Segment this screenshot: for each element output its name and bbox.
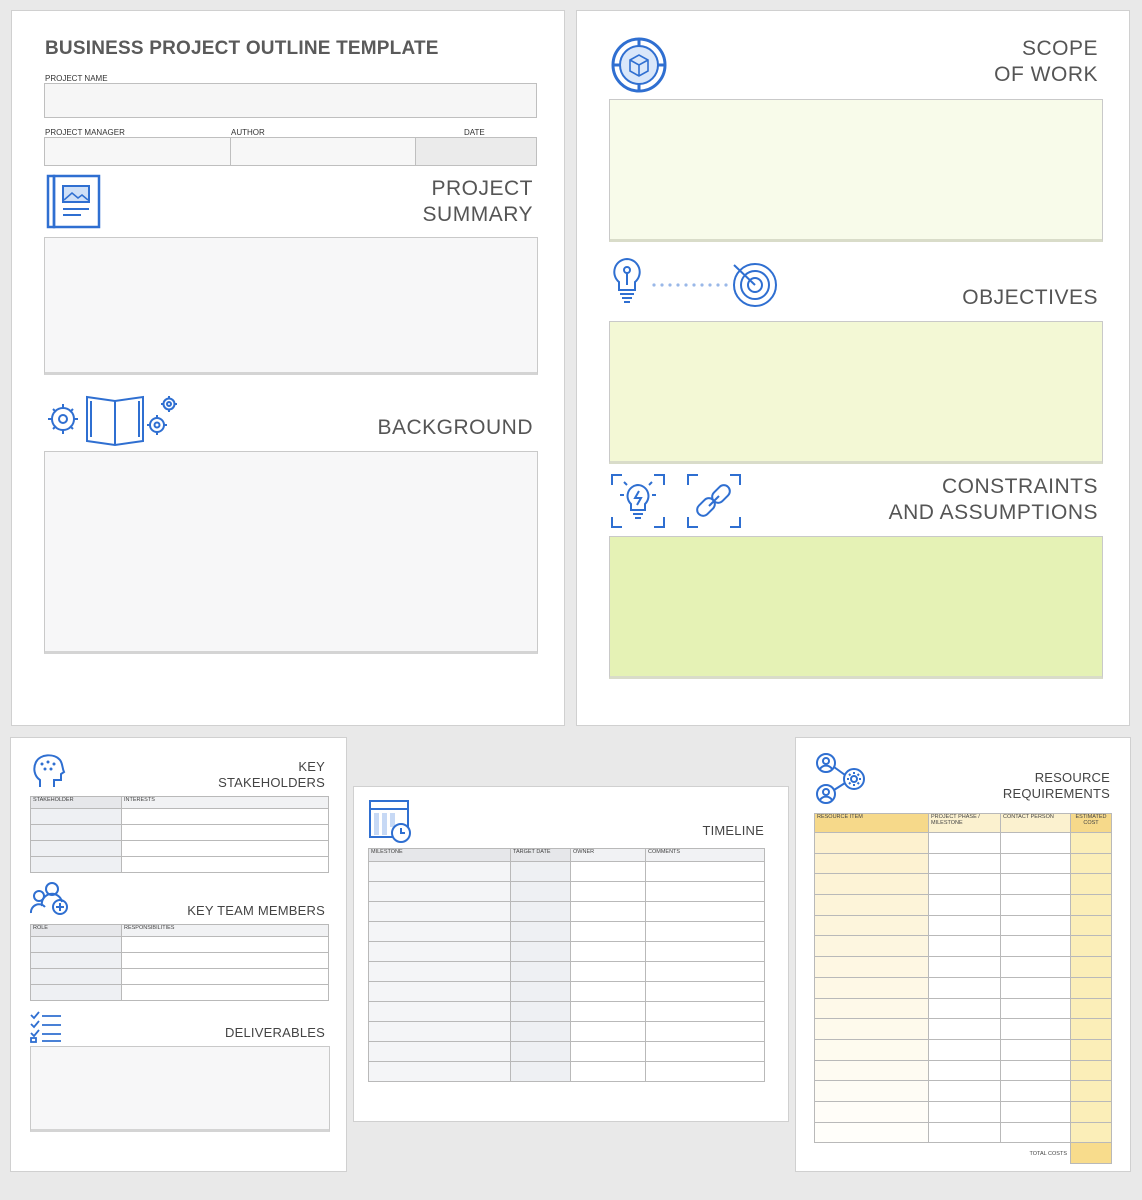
page-timeline: TIMELINE MILESTONE TARGET DATE OWNER COM…: [353, 786, 789, 1122]
table-row[interactable]: [368, 921, 765, 942]
table-row[interactable]: [814, 832, 1112, 854]
table-row[interactable]: [368, 1041, 765, 1062]
table-row[interactable]: [814, 914, 1112, 937]
table-row[interactable]: [30, 984, 329, 1001]
table-row[interactable]: [368, 881, 765, 902]
team-add-icon: [30, 882, 68, 915]
column-header: TARGET DATE: [510, 848, 571, 862]
page-scope: SCOPE OF WORK OBJECTIVES CONSTRAINTS AND…: [576, 10, 1130, 726]
timeline-table: MILESTONE TARGET DATE OWNER COMMENTS: [368, 848, 765, 1082]
table-row[interactable]: [30, 840, 329, 857]
constraints-title: CONSTRAINTS AND ASSUMPTIONS: [888, 475, 1098, 524]
lightbulb-target-icon: [613, 257, 777, 307]
date-field[interactable]: [415, 137, 537, 166]
total-costs-label: TOTAL COSTS: [1029, 1150, 1068, 1157]
table-row[interactable]: [368, 1021, 765, 1042]
stakeholders-table: STAKEHOLDER INTERESTS: [30, 796, 329, 873]
column-header: RESPONSIBILITIES: [121, 924, 329, 937]
table-row[interactable]: [814, 1059, 1112, 1082]
table-row[interactable]: [368, 941, 765, 962]
author-field[interactable]: [230, 137, 416, 166]
deliverables-title: DELIVERABLES: [225, 1025, 325, 1040]
table-row[interactable]: [30, 936, 329, 953]
project-summary-box[interactable]: [44, 237, 538, 375]
calendar-clock-icon: [369, 800, 411, 843]
team-members-table: ROLE RESPONSIBILITIES: [30, 924, 329, 1001]
table-row[interactable]: [30, 824, 329, 841]
project-summary-title: PROJECT SUMMARY: [422, 177, 533, 226]
background-box[interactable]: [44, 451, 538, 654]
gears-book-icon: [48, 395, 177, 447]
head-icon: [33, 754, 66, 787]
scope-of-work-box[interactable]: [609, 99, 1103, 242]
table-row[interactable]: [368, 1061, 765, 1082]
column-header: RESOURCE ITEM: [814, 813, 929, 833]
key-stakeholders-title: KEY STAKEHOLDERS: [218, 759, 325, 790]
project-manager-field[interactable]: [44, 137, 231, 166]
table-row[interactable]: [814, 956, 1112, 978]
cube-icon: [611, 37, 667, 93]
table-row[interactable]: [368, 961, 765, 982]
document-title: BUSINESS PROJECT OUTLINE TEMPLATE: [45, 38, 439, 59]
page-stakeholders: KEY STAKEHOLDERS STAKEHOLDER INTERESTS KE…: [10, 737, 347, 1172]
resource-table: RESOURCE ITEM PROJECT PHASE / MILESTONE …: [814, 813, 1112, 1165]
table-row[interactable]: [814, 1080, 1112, 1102]
table-row[interactable]: [30, 968, 329, 985]
table-row[interactable]: [368, 1001, 765, 1022]
column-header: MILESTONE: [368, 848, 511, 862]
table-row[interactable]: [814, 894, 1112, 916]
objectives-title: OBJECTIVES: [962, 286, 1098, 309]
project-name-field[interactable]: [44, 83, 537, 118]
lightbulb-frame-icon: [611, 474, 665, 528]
total-costs-cell[interactable]: [1070, 1142, 1112, 1165]
resource-requirements-title: RESOURCE REQUIREMENTS: [1002, 770, 1110, 801]
book-icon: [46, 174, 101, 229]
background-title: BACKGROUND: [377, 416, 533, 439]
table-row[interactable]: [368, 981, 765, 1002]
column-header: ROLE: [30, 924, 122, 937]
column-header: OWNER: [570, 848, 646, 862]
table-row[interactable]: [30, 952, 329, 969]
table-row[interactable]: [814, 873, 1112, 896]
table-row[interactable]: [814, 1100, 1112, 1123]
key-team-members-title: KEY TEAM MEMBERS: [187, 903, 325, 918]
column-header: COMMENTS: [645, 848, 765, 862]
table-row[interactable]: [368, 861, 765, 882]
table-row[interactable]: [814, 976, 1112, 999]
table-row[interactable]: [368, 901, 765, 922]
table-row[interactable]: [814, 852, 1112, 875]
column-header: STAKEHOLDER: [30, 796, 122, 809]
table-row[interactable]: [814, 1038, 1112, 1061]
column-header: INTERESTS: [121, 796, 329, 809]
table-row[interactable]: [30, 808, 329, 825]
objectives-box[interactable]: [609, 321, 1103, 464]
project-name-label: PROJECT NAME: [45, 74, 108, 83]
total-row: TOTAL COSTS: [815, 1142, 1112, 1165]
link-frame-icon: [687, 474, 741, 528]
timeline-title: TIMELINE: [702, 823, 764, 838]
page-project-outline: BUSINESS PROJECT OUTLINE TEMPLATE PROJEC…: [11, 10, 565, 726]
people-gear-icon: [816, 753, 865, 804]
column-header: CONTACT PERSON: [1000, 813, 1071, 833]
table-row[interactable]: [814, 935, 1112, 958]
page-resources: RESOURCE REQUIREMENTS RESOURCE ITEM PROJ…: [795, 737, 1131, 1172]
checklist-icon: [30, 1011, 61, 1043]
deliverables-box[interactable]: [30, 1046, 330, 1132]
table-row[interactable]: [814, 1018, 1112, 1040]
scope-of-work-title: SCOPE OF WORK: [994, 37, 1098, 86]
constraints-box[interactable]: [609, 536, 1103, 679]
date-label: DATE: [464, 128, 485, 137]
table-row[interactable]: [814, 997, 1112, 1020]
project-manager-label: PROJECT MANAGER: [45, 128, 125, 137]
author-label: AUTHOR: [231, 128, 265, 137]
table-row[interactable]: [30, 856, 329, 873]
column-header: PROJECT PHASE / MILESTONE: [928, 813, 1001, 833]
column-header: ESTIMATED COST: [1070, 813, 1112, 833]
table-row[interactable]: [814, 1121, 1112, 1144]
